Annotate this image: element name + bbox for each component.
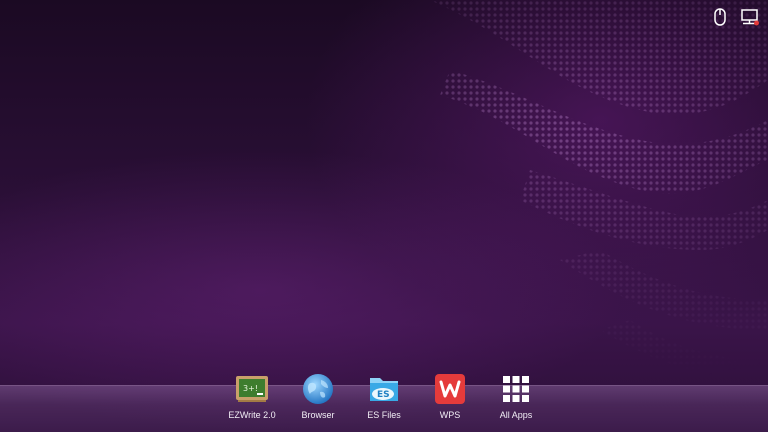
folder-icon: ES: [367, 372, 401, 406]
dock-app-list: 3+! EZWrite 2.0 Browser ES ES Files WPS …: [0, 372, 768, 420]
app-ezwrite[interactable]: 3+! EZWrite 2.0: [228, 372, 276, 420]
app-label: ES Files: [367, 410, 401, 420]
desktop-wallpaper: [0, 0, 768, 432]
app-browser[interactable]: Browser: [295, 372, 341, 420]
mouse-icon[interactable]: [710, 7, 730, 27]
app-wps[interactable]: WPS: [427, 372, 473, 420]
wps-logo-icon: [433, 372, 467, 406]
app-label: Browser: [301, 410, 335, 420]
svg-text:ES: ES: [377, 390, 390, 400]
app-label: EZWrite 2.0: [228, 410, 276, 420]
app-label: WPS: [439, 410, 461, 420]
app-es-files[interactable]: ES ES Files: [361, 372, 407, 420]
status-bar: [710, 6, 760, 28]
globe-icon: [301, 372, 335, 406]
network-disconnected-icon[interactable]: [740, 7, 760, 27]
app-label: All Apps: [499, 410, 533, 420]
app-all-apps[interactable]: All Apps: [493, 372, 539, 420]
svg-text:3+!: 3+!: [243, 384, 258, 393]
app-grid-icon: [499, 372, 533, 406]
chalkboard-icon: 3+!: [235, 372, 269, 406]
